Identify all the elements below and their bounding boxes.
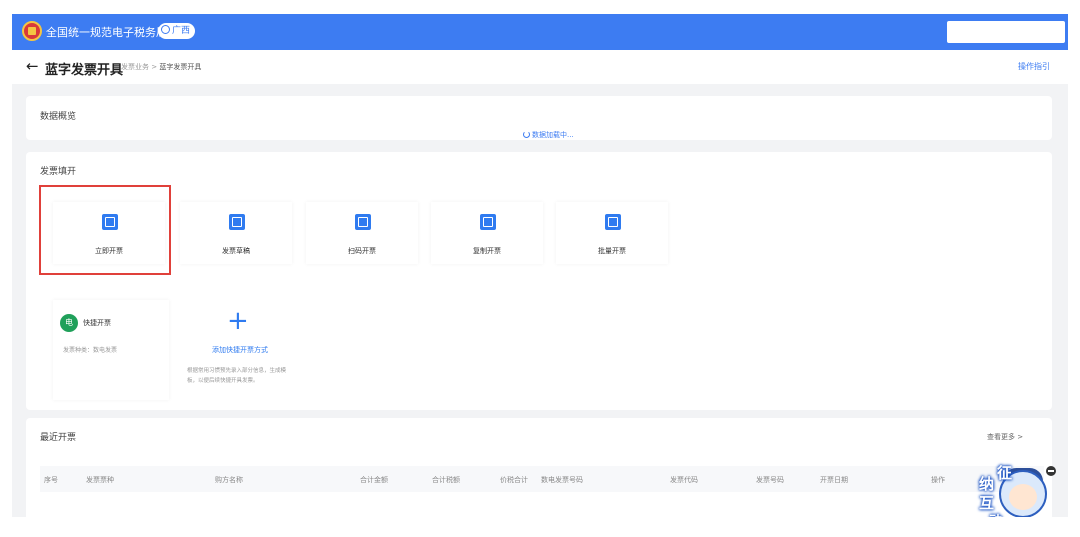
view-more-link[interactable]: 查看更多 >	[987, 432, 1023, 442]
tile-label: 批量开票	[598, 247, 626, 255]
tile-label: 扫码开票	[348, 247, 376, 255]
column-header: 操作	[931, 476, 945, 484]
tile-scan-issue[interactable]: 扫码开票	[306, 202, 418, 264]
back-arrow-icon[interactable]: ←	[26, 57, 39, 75]
plus-icon: +	[227, 306, 249, 336]
column-header: 数电发票号码	[541, 476, 583, 484]
mascot-face-icon	[1009, 484, 1037, 510]
breadcrumb-current: 蓝字发票开具	[159, 63, 202, 71]
mascot-char: 纳	[979, 475, 995, 493]
mascot-char: 动	[989, 510, 1002, 517]
spinner-icon	[523, 131, 530, 138]
copy-icon	[480, 214, 496, 230]
loading-indicator: 数据加载中...	[523, 130, 574, 140]
region-label: 广西	[172, 26, 191, 36]
national-emblem-icon	[22, 21, 42, 41]
region-selector[interactable]: 广西	[158, 23, 196, 39]
electronic-invoice-icon: 电	[60, 314, 78, 332]
loading-text: 数据加载中...	[532, 131, 574, 139]
column-header: 序号	[44, 476, 58, 484]
minimize-icon[interactable]	[1046, 466, 1056, 476]
site-title: 全国统一规范电子税务局	[46, 26, 167, 39]
operation-guide-link[interactable]: 操作指引	[1018, 61, 1050, 72]
batch-icon	[605, 214, 621, 230]
top-search-input[interactable]	[947, 21, 1065, 43]
column-header: 发票代码	[670, 476, 698, 484]
column-header: 发票票种	[86, 476, 114, 484]
data-overview-card: 数据概览 数据加载中...	[26, 96, 1052, 140]
tile-label: 发票草稿	[222, 247, 250, 255]
column-header: 价税合计	[500, 476, 528, 484]
app-window: 全国统一规范电子税务局 广西 ← 蓝字发票开具 发票业务 > 蓝字发票开具 操作…	[12, 14, 1068, 517]
tile-invoice-draft[interactable]: 发票草稿	[180, 202, 292, 264]
breadcrumb: 发票业务 > 蓝字发票开具	[121, 62, 201, 72]
breadcrumb-parent[interactable]: 发票业务	[121, 63, 149, 71]
quick-issue-desc: 发票种类：数电发票	[63, 347, 118, 354]
tile-batch-issue[interactable]: 批量开票	[556, 202, 668, 264]
mascot-char: 征	[997, 464, 1013, 482]
tile-copy-issue[interactable]: 复制开票	[431, 202, 543, 264]
add-quick-issue-desc: 根据常用习惯预先录入部分信息，生成模板，以便后续快捷开具发票。	[187, 368, 287, 384]
location-icon	[161, 25, 170, 34]
highlight-box	[39, 185, 171, 275]
qr-code-icon	[355, 214, 371, 230]
draft-icon	[229, 214, 245, 230]
top-bar: 全国统一规范电子税务局 广西	[12, 14, 1068, 50]
column-header: 合计税额	[432, 476, 460, 484]
overview-title: 数据概览	[40, 112, 77, 122]
recent-invoices-card: 最近开票 查看更多 > 序号 发票票种 购方名称 合计金额 合计税额 价税合计 …	[26, 418, 1052, 517]
page-title: 蓝字发票开具	[45, 63, 124, 78]
quick-issue-title: 快捷开票	[83, 319, 111, 327]
interaction-mascot[interactable]: 征 纳 互 动	[969, 464, 1056, 517]
invoice-issue-card: 发票填开 立即开票 发票草稿 扫码开票 复制开票 批量开票 电 快捷开票 发票种…	[26, 152, 1052, 410]
issue-title: 发票填开	[40, 167, 77, 177]
quick-issue-card[interactable]: 电 快捷开票 发票种类：数电发票	[53, 300, 169, 400]
add-quick-issue[interactable]: + 添加快捷开票方式 根据常用习惯预先录入部分信息，生成模板，以便后续快捷开具发…	[179, 300, 301, 400]
column-header: 购方名称	[215, 476, 243, 484]
column-header: 发票号码	[756, 476, 784, 484]
tile-label: 复制开票	[473, 247, 501, 255]
breadcrumb-bar: ← 蓝字发票开具 发票业务 > 蓝字发票开具 操作指引	[12, 50, 1068, 84]
breadcrumb-separator: >	[151, 63, 158, 71]
column-header: 合计金额	[360, 476, 388, 484]
add-quick-issue-label[interactable]: 添加快捷开票方式	[179, 345, 301, 355]
recent-title: 最近开票	[40, 433, 77, 443]
column-header: 开票日期	[820, 476, 848, 484]
table-header: 序号 发票票种 购方名称 合计金额 合计税额 价税合计 数电发票号码 发票代码 …	[40, 466, 1044, 492]
